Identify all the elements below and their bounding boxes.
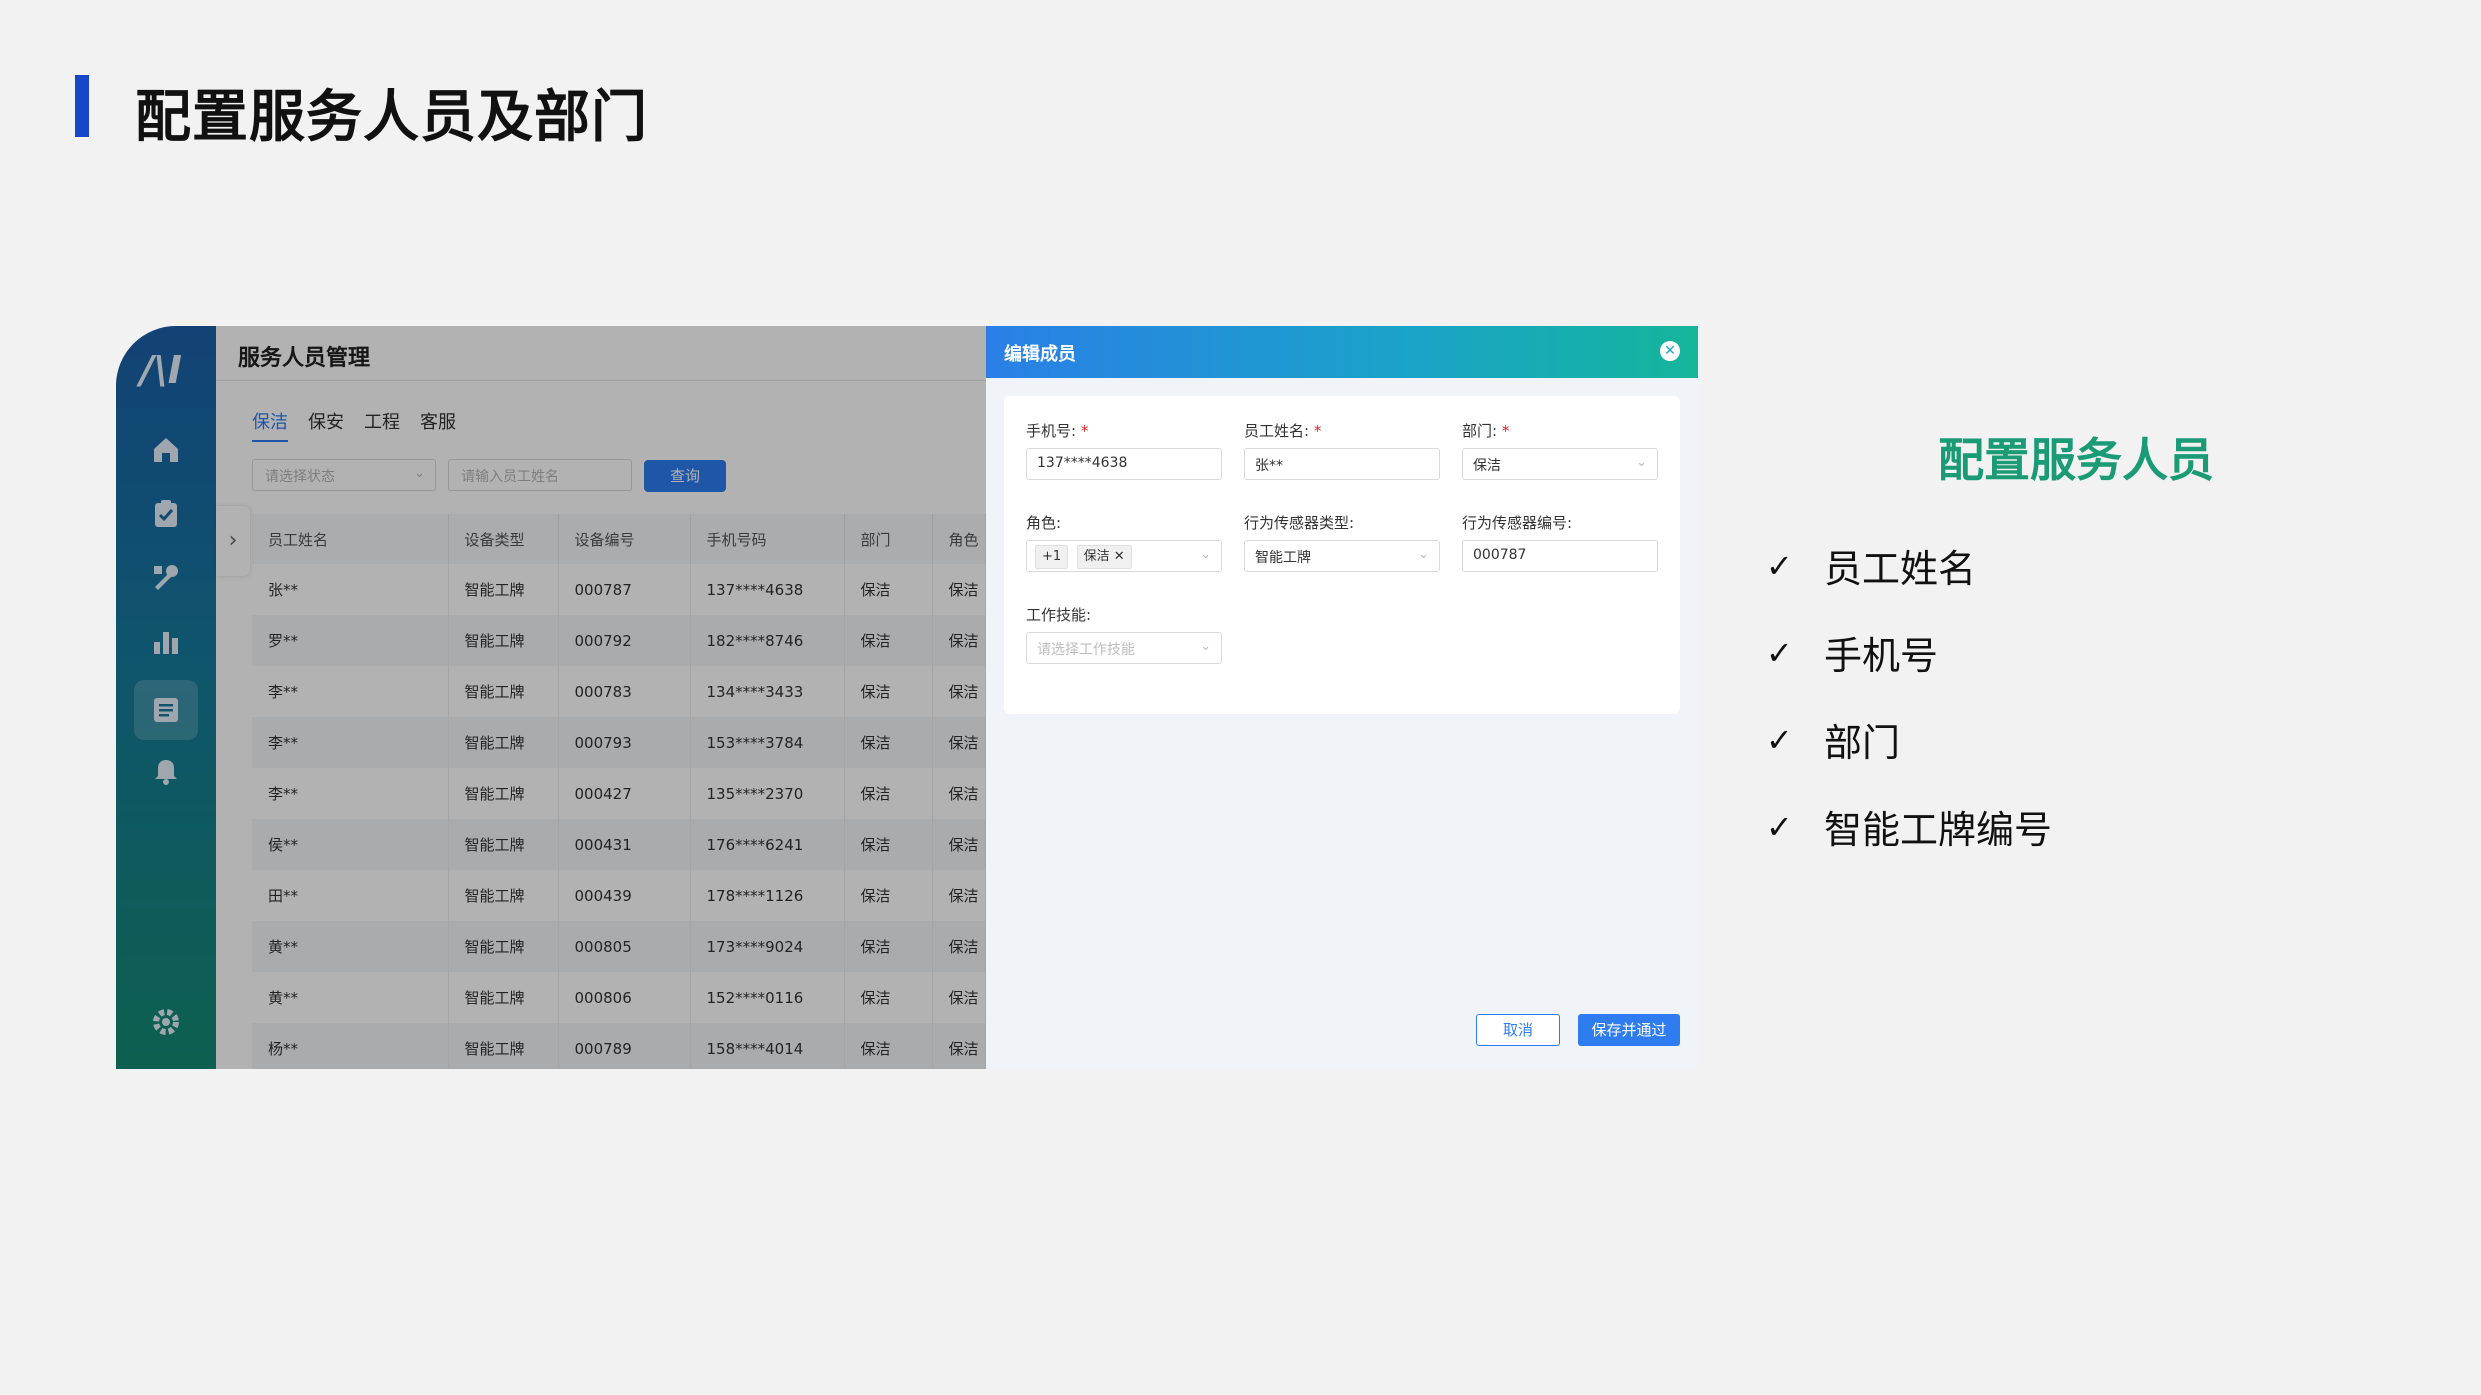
required-mark: * [1501,422,1510,440]
summary-checklist: ✓ 员工姓名 ✓ 手机号 ✓ 部门 ✓ 智能工牌编号 [1766,522,2052,870]
cancel-button[interactable]: 取消 [1476,1014,1560,1046]
dept-select[interactable]: 保洁 ⌄ [1462,448,1658,480]
close-icon[interactable]: ✕ [1660,341,1680,361]
chevron-down-icon: ⌄ [1200,547,1211,562]
skill-select-placeholder: 请选择工作技能 [1037,642,1135,658]
slide-title: 配置服务人员及部门 [135,85,648,150]
checklist-item-label: 部门 [1824,721,1901,765]
chevron-down-icon: ⌄ [1200,639,1211,654]
tag-close-icon[interactable]: ✕ [1114,549,1125,564]
sensor-no-field[interactable]: 000787 [1462,540,1658,572]
dept-label: 部门: * [1462,420,1509,441]
app-screenshot: /\I 服务人员管理 保洁 保安 工程 客服 请选择状态 ⌄ 请输入员工姓名 查… [116,326,1698,1069]
chevron-down-icon: ⌄ [1636,455,1647,470]
skill-select[interactable]: 请选择工作技能 ⌄ [1026,632,1222,664]
dept-select-value: 保洁 [1473,458,1501,474]
role-label: 角色: [1026,514,1062,532]
phone-label-text: 手机号: [1026,422,1077,440]
checklist-item-label: 智能工牌编号 [1824,808,2053,852]
sensor-type-value: 智能工牌 [1255,550,1311,566]
role-tag-label: 保洁 [1083,549,1110,564]
sensor-type-label: 行为传感器类型: [1244,514,1355,532]
checklist-item: ✓ 员工姓名 [1766,522,2052,609]
chevron-down-icon: ⌄ [1418,547,1429,562]
save-and-approve-button[interactable]: 保存并通过 [1578,1014,1680,1046]
checklist-item-label: 员工姓名 [1824,547,1977,591]
role-select[interactable]: +1 保洁 ✕ ⌄ [1026,540,1222,572]
drawer-title: 编辑成员 [1004,344,1076,365]
phone-field[interactable]: 137****4638 [1026,448,1222,480]
dept-label-text: 部门: [1462,422,1498,440]
name-label-text: 员工姓名: [1244,422,1310,440]
check-icon: ✓ [1766,633,1793,672]
role-tag: 保洁 ✕ [1076,545,1132,569]
checklist-item: ✓ 部门 [1766,696,2052,783]
required-mark: * [1313,422,1322,440]
summary-heading: 配置服务人员 [1938,433,2214,487]
phone-label: 手机号: * [1026,420,1088,441]
check-icon: ✓ [1766,807,1793,846]
role-more-tag: +1 [1035,545,1069,569]
sensor-no-label: 行为传感器编号: [1462,514,1573,532]
name-field[interactable]: 张** [1244,448,1440,480]
checklist-item-label: 手机号 [1824,634,1939,678]
checklist-item: ✓ 手机号 [1766,609,2052,696]
checklist-item: ✓ 智能工牌编号 [1766,783,2052,870]
check-icon: ✓ [1766,546,1793,585]
modal-overlay[interactable] [116,326,986,1069]
title-accent-bar [75,75,89,137]
name-label: 员工姓名: * [1244,420,1321,441]
sensor-type-select[interactable]: 智能工牌 ⌄ [1244,540,1440,572]
drawer-header [986,326,1698,378]
required-mark: * [1080,422,1089,440]
edit-member-drawer: 编辑成员 ✕ 手机号: * 137****4638 员工姓名: * 张** 部门… [986,326,1698,1069]
check-icon: ✓ [1766,720,1793,759]
member-form: 手机号: * 137****4638 员工姓名: * 张** 部门: * 保洁 … [1004,396,1680,714]
skill-label: 工作技能: [1026,606,1092,624]
